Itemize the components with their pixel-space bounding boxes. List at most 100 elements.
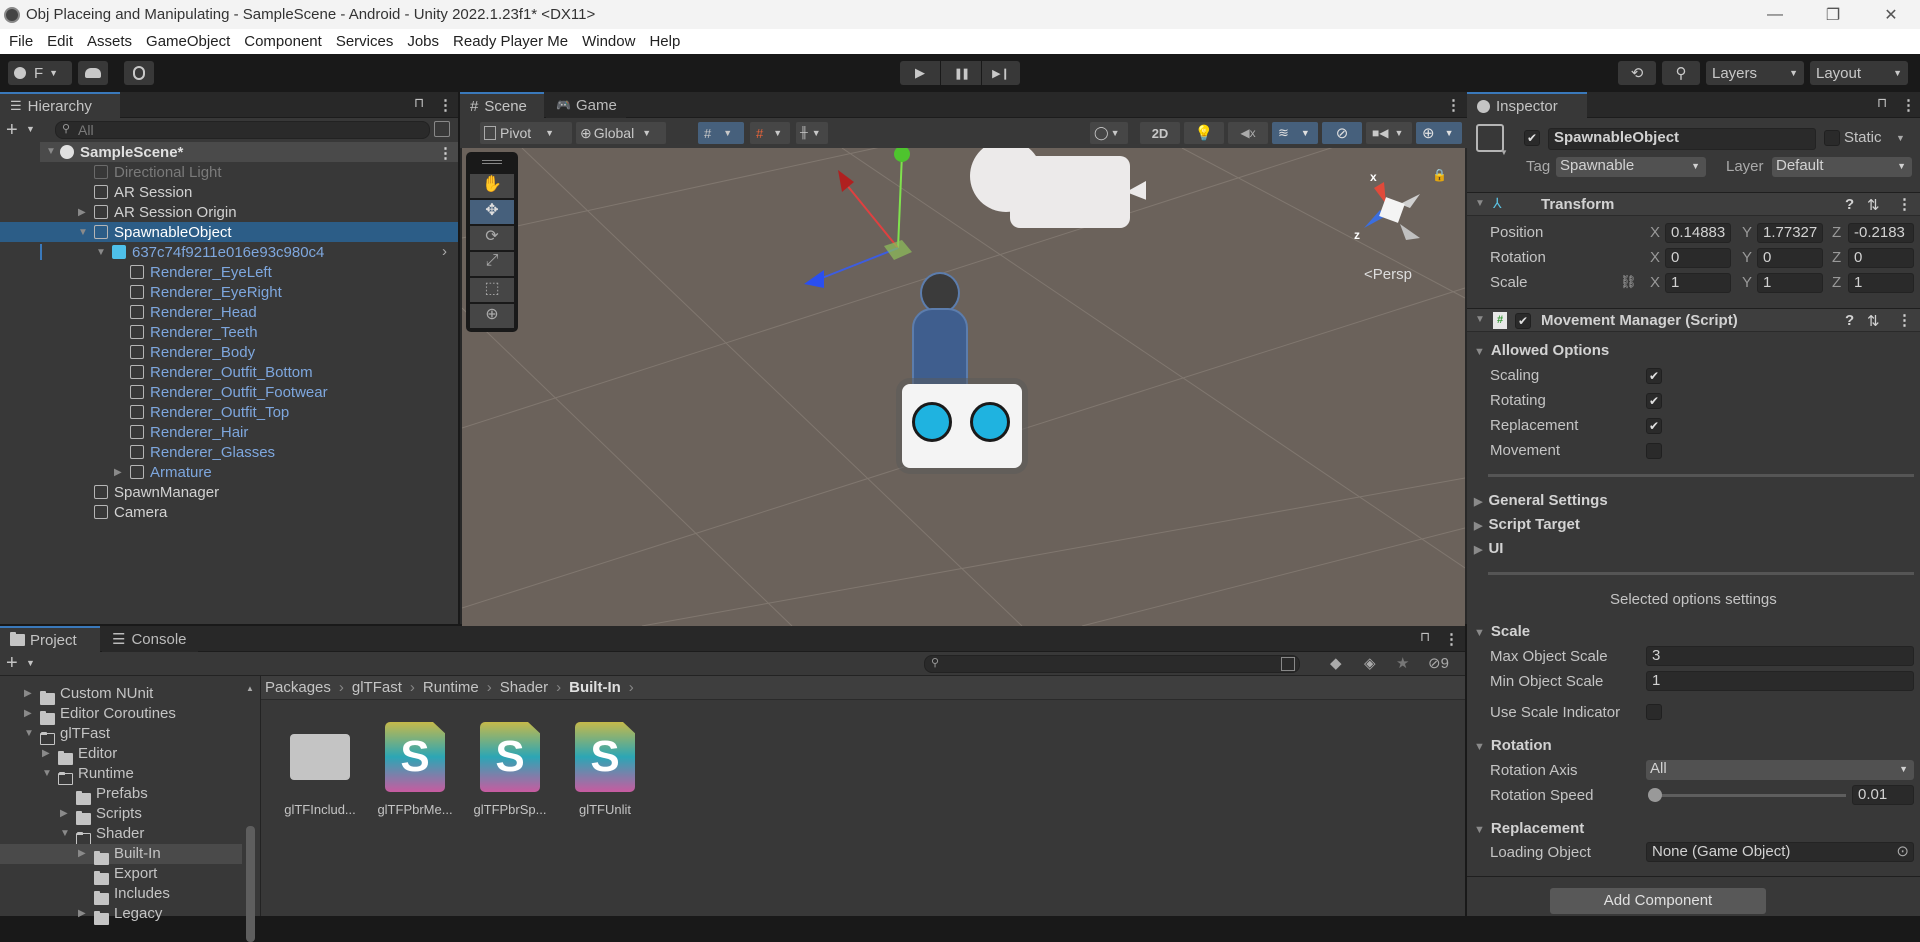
scale-foldout[interactable]: ▼ Scale <box>1474 623 1530 640</box>
hierarchy-item[interactable]: Renderer_Head <box>0 302 458 322</box>
more-options-icon[interactable]: ⋮ <box>438 96 453 114</box>
collapse-arrow-icon[interactable]: ▼ <box>96 247 106 258</box>
expand-arrow-icon[interactable]: ▼ <box>46 146 56 157</box>
rotation-speed-field[interactable]: 0.01 <box>1852 785 1914 805</box>
scale-x-field[interactable]: 1 <box>1665 273 1731 293</box>
breadcrumb-item[interactable]: Shader <box>500 679 548 696</box>
menu-window[interactable]: Window <box>575 33 642 50</box>
more-options-icon[interactable]: ⋮ <box>1901 96 1916 114</box>
rotation-axis-dropdown[interactable]: All ▼ <box>1646 760 1914 780</box>
tab-scene[interactable]: # Scene <box>460 92 544 118</box>
open-prefab-chevron-icon[interactable]: › <box>442 243 447 260</box>
hierarchy-search-input[interactable]: ⚲ All <box>55 121 430 139</box>
position-y-field[interactable]: 1.77327 <box>1757 223 1823 243</box>
menu-assets[interactable]: Assets <box>80 33 139 50</box>
collapse-arrow-icon[interactable]: ▼ <box>60 828 70 839</box>
hierarchy-item[interactable]: Renderer_Hair <box>0 422 458 442</box>
project-folder-item[interactable]: Export <box>0 864 242 885</box>
hierarchy-item[interactable]: Renderer_Outfit_Bottom <box>0 362 458 382</box>
perspective-toggle[interactable]: <Persp <box>1364 266 1412 283</box>
search-button[interactable]: ⚲ <box>1662 61 1700 85</box>
global-dropdown[interactable]: ⊕ Global ▼ <box>576 122 666 144</box>
pivot-dropdown[interactable]: Pivot ▼ <box>480 122 572 144</box>
minimize-button[interactable]: — <box>1746 0 1804 29</box>
tab-inspector[interactable]: Inspector <box>1467 92 1587 118</box>
more-options-icon[interactable]: ⋮ <box>438 144 453 162</box>
expand-arrow-icon[interactable]: ▶ <box>60 808 68 819</box>
menu-component[interactable]: Component <box>237 33 329 50</box>
movement-checkbox[interactable] <box>1646 443 1662 459</box>
collapse-arrow-icon[interactable]: ▼ <box>42 768 52 779</box>
project-folder-item[interactable]: ▼ glTFast <box>0 724 242 745</box>
hierarchy-item[interactable]: ▶ Armature <box>0 462 458 482</box>
constrain-proportions-icon[interactable]: ⛓ <box>1620 274 1637 290</box>
expand-arrow-icon[interactable]: ▶ <box>24 688 32 699</box>
rotate-tool-button[interactable]: ⟳ <box>470 226 514 250</box>
project-folder-item[interactable]: ▼ Runtime <box>0 764 242 785</box>
increment-snap-toggle[interactable]: # ▼ <box>750 122 790 144</box>
scale-tool-button[interactable]: ⤢ <box>470 252 514 276</box>
scroll-up-icon[interactable]: ▲ <box>246 684 254 693</box>
use-scale-indicator-checkbox[interactable] <box>1646 704 1662 720</box>
tag-dropdown[interactable]: Spawnable ▼ <box>1556 157 1706 177</box>
object-name-field[interactable]: SpawnableObject <box>1548 128 1816 150</box>
expand-arrow-icon[interactable]: ▼ <box>1475 314 1485 325</box>
toggle-2d-button[interactable]: 2D <box>1140 122 1180 144</box>
close-button[interactable]: ✕ <box>1862 0 1920 29</box>
favorite-star-icon[interactable]: ★ <box>1396 654 1409 672</box>
tab-console[interactable]: ☰ Console <box>102 626 198 652</box>
scene-viewport[interactable]: ✋ ✥ ⟳ ⤢ ⬚ ⊕ x z 🔒 <Persp <box>462 148 1465 626</box>
menu-gameobject[interactable]: GameObject <box>139 33 237 50</box>
more-options-icon[interactable]: ⋮ <box>1444 630 1459 648</box>
more-options-icon[interactable]: ⋮ <box>1897 311 1912 329</box>
step-button[interactable]: ▶❙ <box>982 61 1020 85</box>
tab-game[interactable]: 🎮 Game <box>546 92 626 118</box>
pause-button[interactable]: ❚❚ <box>941 61 981 85</box>
label-tag-icon[interactable]: ◈ <box>1364 654 1376 672</box>
layout-dropdown[interactable]: Layout ▼ <box>1810 61 1908 85</box>
allowed-options-foldout[interactable]: ▼ Allowed Options <box>1474 342 1609 359</box>
collab-button[interactable] <box>124 61 154 85</box>
more-options-icon[interactable]: ⋮ <box>1897 195 1912 213</box>
lock-icon[interactable]: ⊓ <box>1420 629 1430 645</box>
effects-toggle[interactable]: ≋ ▼ <box>1272 122 1318 144</box>
play-button[interactable]: ▶ <box>900 61 940 85</box>
hierarchy-item[interactable]: Directional Light <box>0 162 458 182</box>
hierarchy-item[interactable]: Renderer_Glasses <box>0 442 458 462</box>
rotation-speed-slider-thumb[interactable] <box>1648 788 1662 802</box>
scene-visibility-toggle[interactable]: ⊘ <box>1322 122 1362 144</box>
rotation-speed-slider-track[interactable] <box>1650 794 1846 797</box>
expand-arrow-icon[interactable]: ▶ <box>78 908 86 919</box>
menu-services[interactable]: Services <box>329 33 401 50</box>
folder-tree-scrollbar[interactable] <box>246 826 255 942</box>
chevron-down-icon[interactable]: ▼ <box>1896 133 1905 143</box>
menu-jobs[interactable]: Jobs <box>400 33 446 50</box>
expand-arrow-icon[interactable]: ▶ <box>78 848 86 859</box>
cloud-button[interactable] <box>78 61 108 85</box>
rotation-x-field[interactable]: 0 <box>1665 248 1731 268</box>
component-enabled-checkbox[interactable]: ✔ <box>1515 313 1531 329</box>
rotating-checkbox[interactable]: ✔ <box>1646 393 1662 409</box>
breadcrumb-item[interactable]: Runtime <box>423 679 479 696</box>
position-x-field[interactable]: 0.14883 <box>1665 223 1731 243</box>
drag-handle-icon[interactable] <box>482 160 502 164</box>
expand-arrow-icon[interactable]: ▶ <box>24 708 32 719</box>
hierarchy-item[interactable]: Renderer_Outfit_Top <box>0 402 458 422</box>
asset-item[interactable]: glTFInclud... <box>278 720 368 817</box>
breadcrumb-item[interactable]: glTFast <box>352 679 402 696</box>
create-button[interactable]: + <box>6 652 18 675</box>
rotation-foldout[interactable]: ▼ Rotation <box>1474 737 1552 754</box>
menu-file[interactable]: File <box>2 33 40 50</box>
account-dropdown[interactable]: F ▼ <box>8 61 72 85</box>
chevron-down-icon[interactable]: ▼ <box>26 658 35 668</box>
camera-settings-dropdown[interactable]: ■◀ ▼ <box>1366 122 1412 144</box>
asset-item[interactable]: SglTFPbrSp... <box>468 720 558 817</box>
active-checkbox[interactable]: ✔ <box>1524 130 1540 146</box>
lock-icon[interactable]: 🔒 <box>1432 168 1447 182</box>
lighting-toggle[interactable]: 💡 <box>1184 122 1224 144</box>
menu-ready-player-me[interactable]: Ready Player Me <box>446 33 575 50</box>
chevron-down-icon[interactable]: ▼ <box>26 124 35 134</box>
hierarchy-item[interactable]: Renderer_Body <box>0 342 458 362</box>
lock-icon[interactable]: ⊓ <box>1877 95 1887 111</box>
position-z-field[interactable]: -0.2183 <box>1848 223 1914 243</box>
